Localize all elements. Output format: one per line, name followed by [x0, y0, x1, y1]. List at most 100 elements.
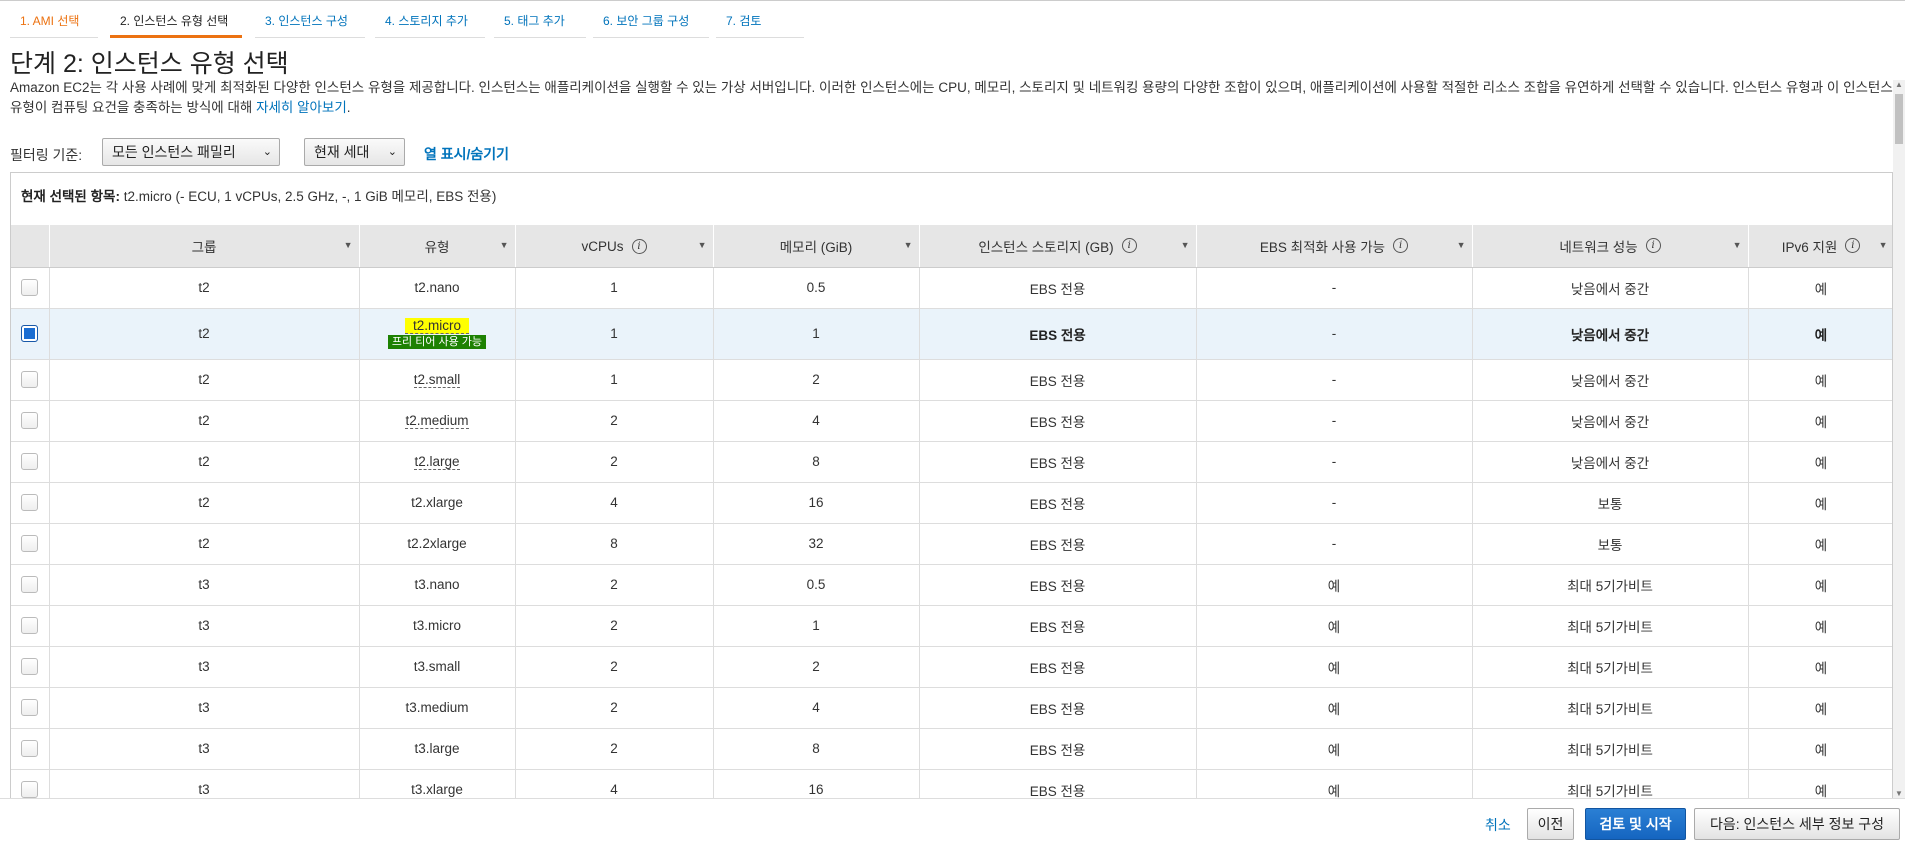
cell-network-text: 낮음에서 중간 [1570, 281, 1650, 297]
cell-group-text: t3 [198, 700, 210, 715]
sort-icon[interactable]: ▼ [698, 240, 707, 250]
table-row[interactable]: t3 t3.micro 2 1 EBS 전용 예 최대 5기가비트 예 [11, 605, 1892, 647]
wizard-step-ami[interactable]: 1. AMI 선택 [10, 1, 98, 38]
sort-icon[interactable]: ▼ [500, 240, 509, 250]
cell-type-text[interactable]: t2.2xlarge [407, 536, 466, 551]
cell-type-text[interactable]: t3.nano [414, 577, 459, 592]
wizard-step-review[interactable]: 7. 검토 [716, 1, 804, 38]
cancel-link[interactable]: 취소 [1485, 815, 1511, 835]
cell-group: t3 [49, 728, 360, 770]
info-icon[interactable]: i [1121, 238, 1137, 254]
cell-ebs: 예 [1196, 646, 1473, 688]
sort-icon[interactable]: ▼ [1879, 240, 1888, 250]
sort-icon[interactable]: ▼ [1181, 240, 1190, 250]
review-and-launch-button[interactable]: 검토 및 시작 [1585, 808, 1686, 840]
row-checkbox[interactable] [21, 494, 39, 511]
row-checkbox[interactable] [21, 781, 39, 798]
row-checkbox[interactable] [21, 740, 39, 757]
learn-more-link[interactable]: 자세히 알아보기 [256, 100, 347, 115]
header-ipv6[interactable]: IPv6 지원 i ▼ [1748, 225, 1892, 268]
cell-type-text[interactable]: t2.medium [405, 413, 469, 429]
wizard-step-storage[interactable]: 4. 스토리지 추가 [375, 1, 485, 38]
header-group[interactable]: 그룹 ▼ [49, 225, 360, 268]
previous-button[interactable]: 이전 [1527, 808, 1574, 840]
table-row[interactable]: t2 t2.2xlarge 8 32 EBS 전용 - 보통 예 [11, 523, 1892, 565]
cell-type-text[interactable]: t2.micro [404, 318, 469, 334]
cell-type-text[interactable]: t2.nano [414, 280, 459, 295]
row-checkbox[interactable] [21, 279, 39, 296]
info-icon[interactable]: i [1393, 238, 1409, 254]
header-storage[interactable]: 인스턴스 스토리지 (GB) i ▼ [919, 225, 1197, 268]
generation-select[interactable]: 현재 세대 ⌄ [304, 138, 405, 166]
cell-type-text[interactable]: t3.large [414, 741, 459, 756]
cell-group-text: t2 [198, 326, 210, 341]
table-row[interactable]: t2 t2.small 1 2 EBS 전용 - 낮음에서 중간 예 [11, 359, 1892, 401]
row-checkbox[interactable] [21, 371, 39, 388]
row-checkbox[interactable] [21, 617, 39, 634]
cell-type-text[interactable]: t3.medium [405, 700, 468, 715]
sort-icon[interactable]: ▼ [904, 240, 913, 250]
cell-type-text[interactable]: t2.small [413, 372, 461, 388]
sort-icon[interactable]: ▼ [1733, 240, 1742, 250]
row-checkbox[interactable] [21, 576, 39, 593]
table-row[interactable]: t2 t2.micro 프리 티어 사용 가능 1 1 EBS 전용 - 낮음에서 중간 예 [11, 308, 1892, 360]
table-row[interactable]: t3 t3.xlarge 4 16 EBS 전용 예 최대 5기가비트 예 [11, 769, 1892, 798]
row-checkbox[interactable] [21, 658, 39, 675]
info-icon[interactable]: i [631, 238, 647, 254]
header-vcpus[interactable]: vCPUs i ▼ [515, 225, 714, 268]
info-icon[interactable]: i [1645, 238, 1661, 254]
scroll-down-icon[interactable]: ▼ [1895, 789, 1903, 798]
table-row[interactable]: t2 t2.nano 1 0.5 EBS 전용 - 낮음에서 중간 예 [11, 267, 1892, 309]
sort-icon[interactable]: ▼ [1457, 240, 1466, 250]
table-row[interactable]: t3 t3.nano 2 0.5 EBS 전용 예 최대 5기가비트 예 [11, 564, 1892, 606]
row-checkbox[interactable] [21, 325, 39, 342]
sort-icon[interactable]: ▼ [344, 240, 353, 250]
cell-network-text: 최대 5기가비트 [1567, 619, 1653, 635]
header-network[interactable]: 네트워크 성능 i ▼ [1472, 225, 1749, 268]
next-configure-button[interactable]: 다음: 인스턴스 세부 정보 구성 [1694, 808, 1900, 840]
cell-vcpus-text: 2 [610, 700, 618, 715]
table-row[interactable]: t2 t2.medium 2 4 EBS 전용 - 낮음에서 중간 예 [11, 400, 1892, 442]
show-hide-columns-link[interactable]: 열 표시/숨기기 [424, 144, 509, 164]
row-checkbox[interactable] [21, 412, 39, 429]
cell-storage: EBS 전용 [919, 308, 1197, 360]
header-type[interactable]: 유형 ▼ [359, 225, 516, 268]
cell-memory-text: 0.5 [806, 577, 826, 592]
cell-ipv6: 예 [1748, 646, 1892, 688]
cell-type-text[interactable]: t2.xlarge [411, 495, 463, 510]
wizard-step-tags[interactable]: 5. 태그 추가 [494, 1, 586, 38]
row-checkbox[interactable] [21, 453, 39, 470]
info-icon[interactable]: i [1845, 238, 1861, 254]
wizard-step-instance-type[interactable]: 2. 인스턴스 유형 선택 [110, 1, 242, 38]
header-group-label: 그룹 [191, 239, 217, 255]
wizard-step-configure[interactable]: 3. 인스턴스 구성 [255, 1, 365, 38]
cell-network: 최대 5기가비트 [1472, 605, 1749, 647]
cell-memory-text: 1 [812, 618, 820, 633]
row-checkbox[interactable] [21, 699, 39, 716]
cell-vcpus-text: 2 [610, 454, 618, 469]
scroll-up-icon[interactable]: ▲ [1895, 80, 1903, 89]
cell-type-text[interactable]: t2.large [414, 454, 460, 470]
table-row[interactable]: t3 t3.medium 2 4 EBS 전용 예 최대 5기가비트 예 [11, 687, 1892, 729]
cell-memory: 0.5 [713, 267, 920, 309]
vertical-scrollbar[interactable]: ▲ ▼ [1893, 80, 1905, 798]
cell-memory-text: 4 [812, 413, 820, 428]
header-ebs[interactable]: EBS 최적화 사용 가능 i ▼ [1196, 225, 1473, 268]
cell-type-text[interactable]: t3.small [414, 659, 461, 674]
wizard-step-security-group[interactable]: 6. 보안 그룹 구성 [593, 1, 709, 38]
table-row[interactable]: t3 t3.small 2 2 EBS 전용 예 최대 5기가비트 예 [11, 646, 1892, 688]
cell-group: t2 [49, 523, 360, 565]
cell-type-text[interactable]: t3.xlarge [411, 782, 463, 797]
table-row[interactable]: t2 t2.xlarge 4 16 EBS 전용 - 보통 예 [11, 482, 1892, 524]
cell-type-text[interactable]: t3.micro [413, 618, 461, 633]
cell-memory: 4 [713, 400, 920, 442]
table-row[interactable]: t2 t2.large 2 8 EBS 전용 - 낮음에서 중간 예 [11, 441, 1892, 483]
table-row[interactable]: t3 t3.large 2 8 EBS 전용 예 최대 5기가비트 예 [11, 728, 1892, 770]
instance-family-select[interactable]: 모든 인스턴스 패밀리 ⌄ [102, 138, 280, 166]
row-checkbox[interactable] [21, 535, 39, 552]
cell-ebs: - [1196, 441, 1473, 483]
cell-memory-text: 0.5 [806, 280, 826, 295]
scrollbar-thumb[interactable] [1895, 94, 1903, 144]
header-memory[interactable]: 메모리 (GiB) ▼ [713, 225, 920, 268]
cell-ipv6: 예 [1748, 359, 1892, 401]
